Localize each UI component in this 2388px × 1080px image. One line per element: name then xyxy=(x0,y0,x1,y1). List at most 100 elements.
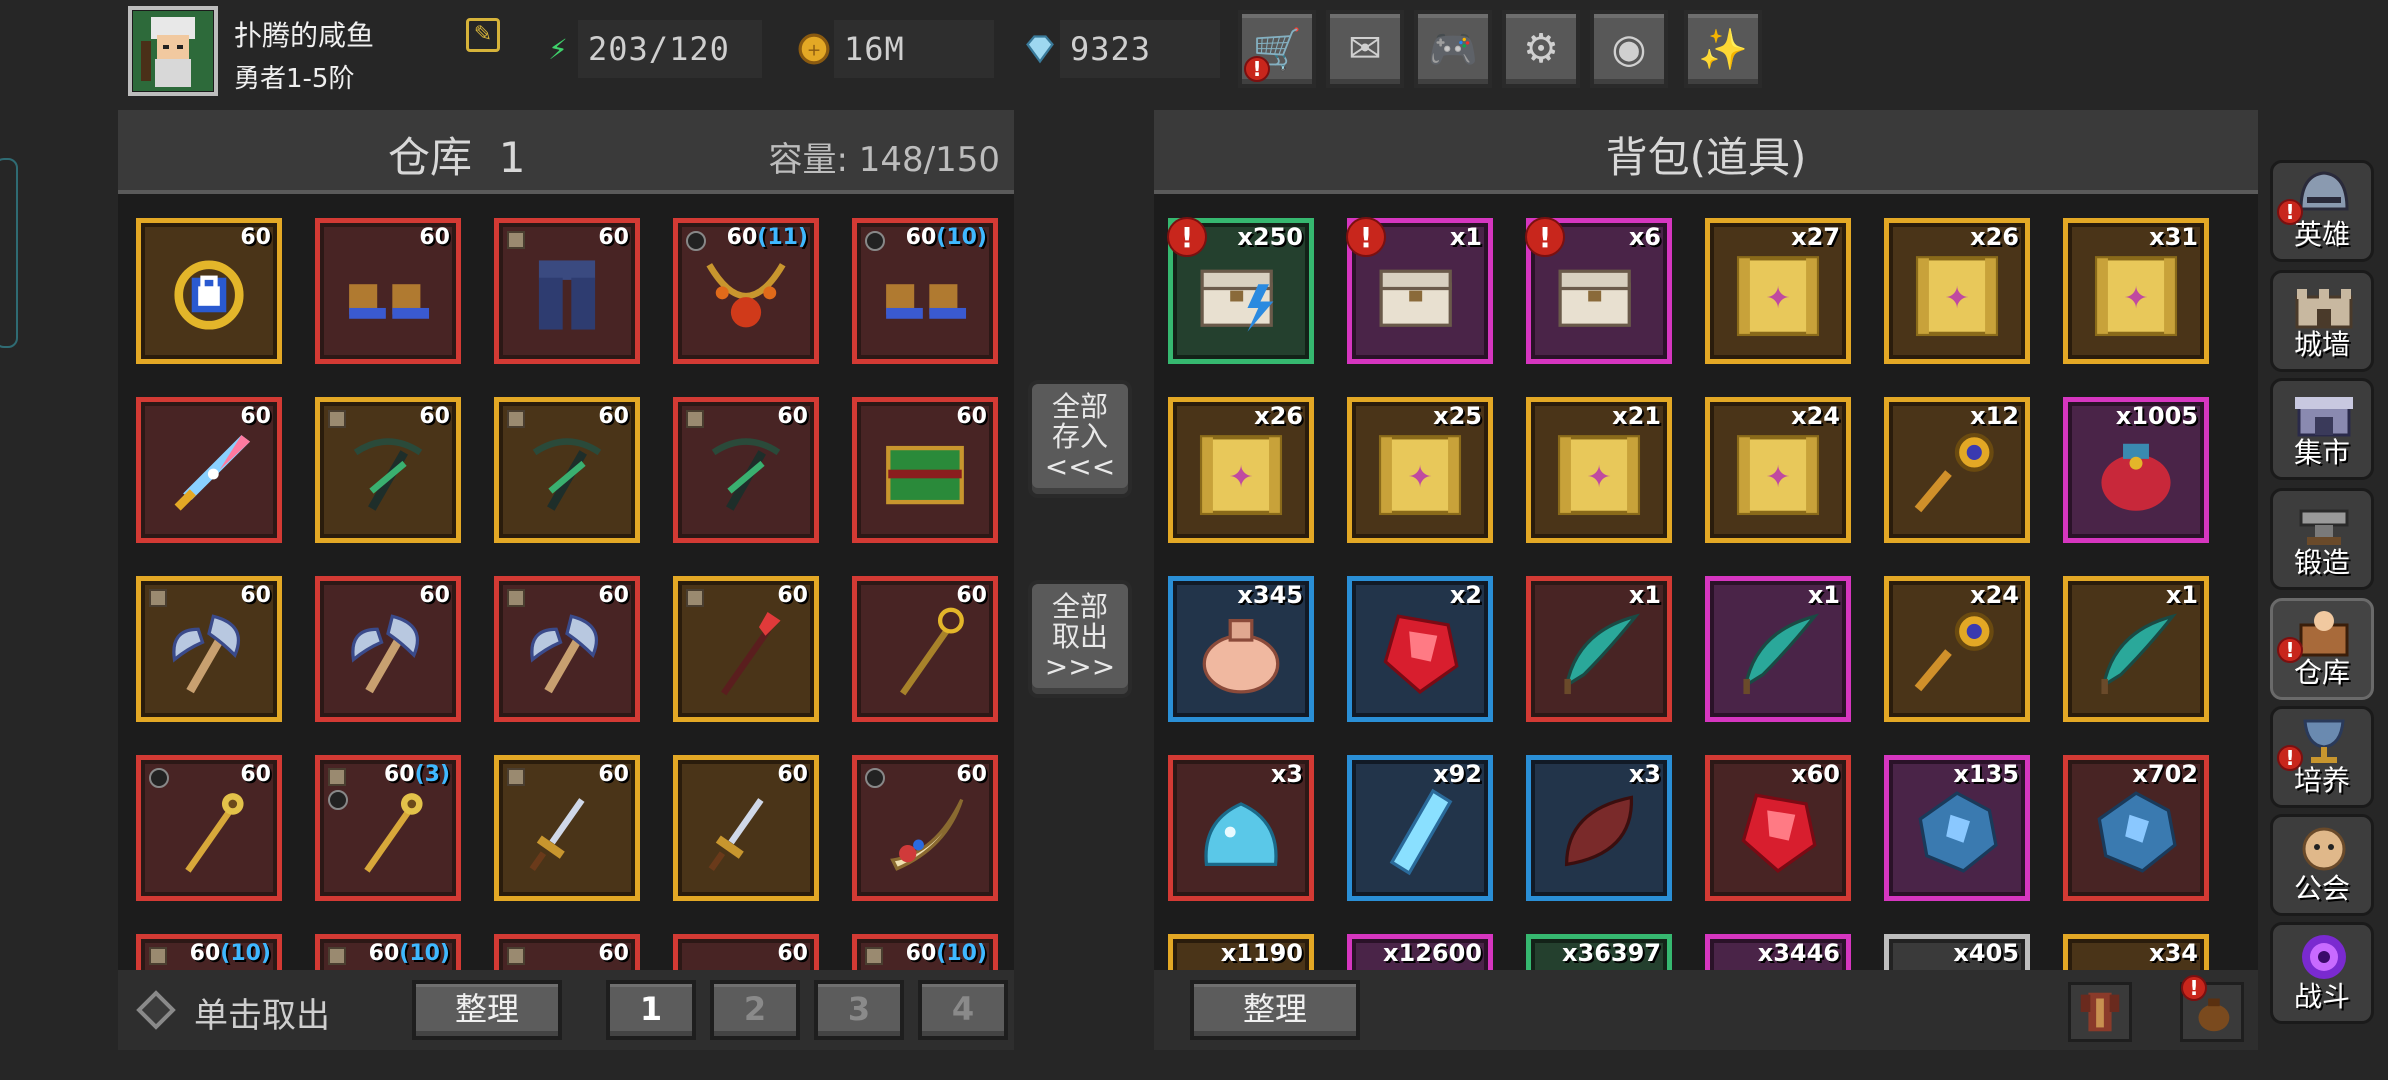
warehouse-slot-boots[interactable]: 60 xyxy=(315,218,461,364)
armor-filter-icon[interactable] xyxy=(2068,982,2132,1042)
warehouse-slot-item-24[interactable]: 60 xyxy=(673,934,819,970)
warehouse-slot-item-21[interactable]: 60(10) xyxy=(136,934,282,970)
mail-button[interactable]: ✉ xyxy=(1326,10,1404,88)
side-nav-market[interactable]: 集市 xyxy=(2270,378,2374,480)
party-popper-button[interactable]: ✨ xyxy=(1684,10,1762,88)
bag-sort-button[interactable]: 整理 xyxy=(1190,980,1360,1040)
side-nav-warehouse[interactable]: 仓库! xyxy=(2270,598,2374,700)
lock-icon xyxy=(149,947,167,965)
deposit-all-button[interactable]: 全部 存入 <<< xyxy=(1028,380,1132,498)
dagger-icon xyxy=(509,778,625,886)
page-button-4[interactable]: 4 xyxy=(918,980,1008,1040)
side-nav-castle-wall[interactable]: 城墙 xyxy=(2270,270,2374,372)
edit-name-icon[interactable]: ✎ xyxy=(466,18,500,52)
warehouse-slot-necklace[interactable]: 60(11) xyxy=(673,218,819,364)
click-withdraw-checkbox[interactable] xyxy=(136,990,176,1030)
item-level-value: 60 xyxy=(777,583,808,608)
bag-slot-bag-item-30[interactable]: x34 xyxy=(2063,934,2209,970)
bag-slot-red-crystal[interactable]: x2 xyxy=(1347,576,1493,722)
bag-slot-blue-slime[interactable]: x3 xyxy=(1168,755,1314,901)
warehouse-slot-rainbow-sword[interactable]: 60 xyxy=(136,397,282,543)
item-level: 60 xyxy=(240,225,271,250)
lock-icon xyxy=(328,410,346,428)
warehouse-slot-red-spear[interactable]: 60 xyxy=(673,576,819,722)
edge-drawer-tab[interactable] xyxy=(0,158,18,348)
bag-slot-scroll-1[interactable]: ✦ x27 xyxy=(1705,218,1851,364)
bag-slot-red-pouch[interactable]: x1005 xyxy=(2063,397,2209,543)
bag-slot-gem-chest[interactable]: x6! xyxy=(1525,217,1672,364)
slime-icon xyxy=(1183,778,1299,886)
warehouse-slot-gold-scepter[interactable]: 60(3) xyxy=(315,755,461,901)
item-level-value: 60 xyxy=(726,225,758,250)
player-avatar[interactable] xyxy=(128,6,218,96)
gear-button[interactable]: ⚙ xyxy=(1502,10,1580,88)
side-nav-guild[interactable]: 公会 xyxy=(2270,814,2374,916)
withdraw-all-button[interactable]: 全部 取出 >>> xyxy=(1028,580,1132,698)
warehouse-slot-locked-dagger[interactable]: 60 xyxy=(494,755,640,901)
bag-slot-bag-item-29[interactable]: x405 xyxy=(1884,934,2030,970)
warehouse-slot-item-25[interactable]: 60(10) xyxy=(852,934,998,970)
bag-slot-teal-feather[interactable]: x1 xyxy=(1526,576,1672,722)
bag-slot-bag-item-28[interactable]: x3446 xyxy=(1705,934,1851,970)
warehouse-slot-dagger[interactable]: 60 xyxy=(673,755,819,901)
warehouse-slot-item-22[interactable]: 60(10) xyxy=(315,934,461,970)
page-button-1[interactable]: 1 xyxy=(606,980,696,1040)
warehouse-slot-curved-blade[interactable]: 60 xyxy=(852,755,998,901)
item-enhance-level: (10) xyxy=(936,941,987,966)
lock-icon xyxy=(686,589,704,607)
pouch-filter-icon[interactable]: ! xyxy=(2180,975,2244,1042)
sack-icon xyxy=(1183,599,1299,707)
bag-slot-green-ore[interactable]: x702 xyxy=(2063,755,2209,901)
side-nav-portal[interactable]: 战斗 xyxy=(2270,922,2374,1024)
shard-icon xyxy=(1362,778,1478,886)
bag-slot-scroll-4[interactable]: ✦ x26 xyxy=(1168,397,1314,543)
warehouse-slot-crossbow-3[interactable]: 60 xyxy=(673,397,819,543)
warehouse-sort-button[interactable]: 整理 xyxy=(412,980,562,1040)
side-nav-chalice[interactable]: 培养! xyxy=(2270,706,2374,808)
bag-slot-scroll-6[interactable]: ✦ x21 xyxy=(1526,397,1672,543)
bag-slot-scroll-3[interactable]: ✦ x31 xyxy=(2063,218,2209,364)
svg-text:✦: ✦ xyxy=(1228,460,1253,495)
warehouse-slot-green-book[interactable]: 60 xyxy=(852,397,998,543)
item-count: x24 xyxy=(1791,402,1840,430)
lightning-icon: ⚡ xyxy=(548,32,568,66)
bag-slot-brown-feather[interactable]: x1 xyxy=(2063,576,2209,722)
warehouse-slot-crossbow-1[interactable]: 60 xyxy=(315,397,461,543)
bag-slot-s-chest[interactable]: x1! xyxy=(1346,217,1493,364)
warehouse-slot-blue-axe[interactable]: 60 xyxy=(136,576,282,722)
bag-slot-energy-chest[interactable]: x250! xyxy=(1167,217,1314,364)
gamepad-button[interactable]: 🎮 xyxy=(1414,10,1492,88)
warehouse-slot-locked-scepter[interactable]: 60 xyxy=(136,755,282,901)
bag-slot-ice-shard[interactable]: x92 xyxy=(1347,755,1493,901)
warehouse-slot-crossbow-2[interactable]: 60 xyxy=(494,397,640,543)
bag-slot-scroll-7[interactable]: ✦ x24 xyxy=(1705,397,1851,543)
bag-slot-gold-key[interactable]: x12 xyxy=(1884,397,2030,543)
bag-slot-green-feather[interactable]: x1 xyxy=(1705,576,1851,722)
bag-slot-dark-leaf[interactable]: x3 xyxy=(1526,755,1672,901)
warehouse-slot-red-boots[interactable]: 60(10) xyxy=(852,218,998,364)
warehouse-slot-gold-staff[interactable]: 60 xyxy=(852,576,998,722)
deposit-all-label: 全部 存入 <<< xyxy=(1044,390,1116,483)
side-nav-anvil[interactable]: 锻造 xyxy=(2270,488,2374,590)
bag-slot-scroll-5[interactable]: ✦ x25 xyxy=(1347,397,1493,543)
bag-slot-bag-item-27[interactable]: x36397 xyxy=(1526,934,1672,970)
page-button-3[interactable]: 3 xyxy=(814,980,904,1040)
item-count: x1005 xyxy=(2115,402,2198,430)
warehouse-slot-red-axe[interactable]: 60 xyxy=(494,576,640,722)
bag-slot-cloth-sack[interactable]: x345 xyxy=(1168,576,1314,722)
bag-slot-scroll-2[interactable]: ✦ x26 xyxy=(1884,218,2030,364)
warehouse-slot-pants[interactable]: 60 xyxy=(494,218,640,364)
page-button-2[interactable]: 2 xyxy=(710,980,800,1040)
color-wheel-button[interactable]: ◉ xyxy=(1590,10,1668,88)
warehouse-slot-item-23[interactable]: 60 xyxy=(494,934,640,970)
warehouse-slot-locked-amulet[interactable]: 60 xyxy=(136,218,282,364)
side-nav-helmet[interactable]: 英雄! xyxy=(2270,160,2374,262)
shop-cart-button[interactable]: 🛒! xyxy=(1238,10,1316,88)
bag-slot-bag-item-26[interactable]: x12600 xyxy=(1347,934,1493,970)
bag-slot-rainbow-crystal[interactable]: x60 xyxy=(1705,755,1851,901)
bag-slot-silver-key[interactable]: x24 xyxy=(1884,576,2030,722)
warehouse-slot-double-axe[interactable]: 60 xyxy=(315,576,461,722)
bag-slot-blue-ore[interactable]: x135 xyxy=(1884,755,2030,901)
bag-slot-bag-item-25[interactable]: x1190 xyxy=(1168,934,1314,970)
staff-icon xyxy=(867,599,983,707)
